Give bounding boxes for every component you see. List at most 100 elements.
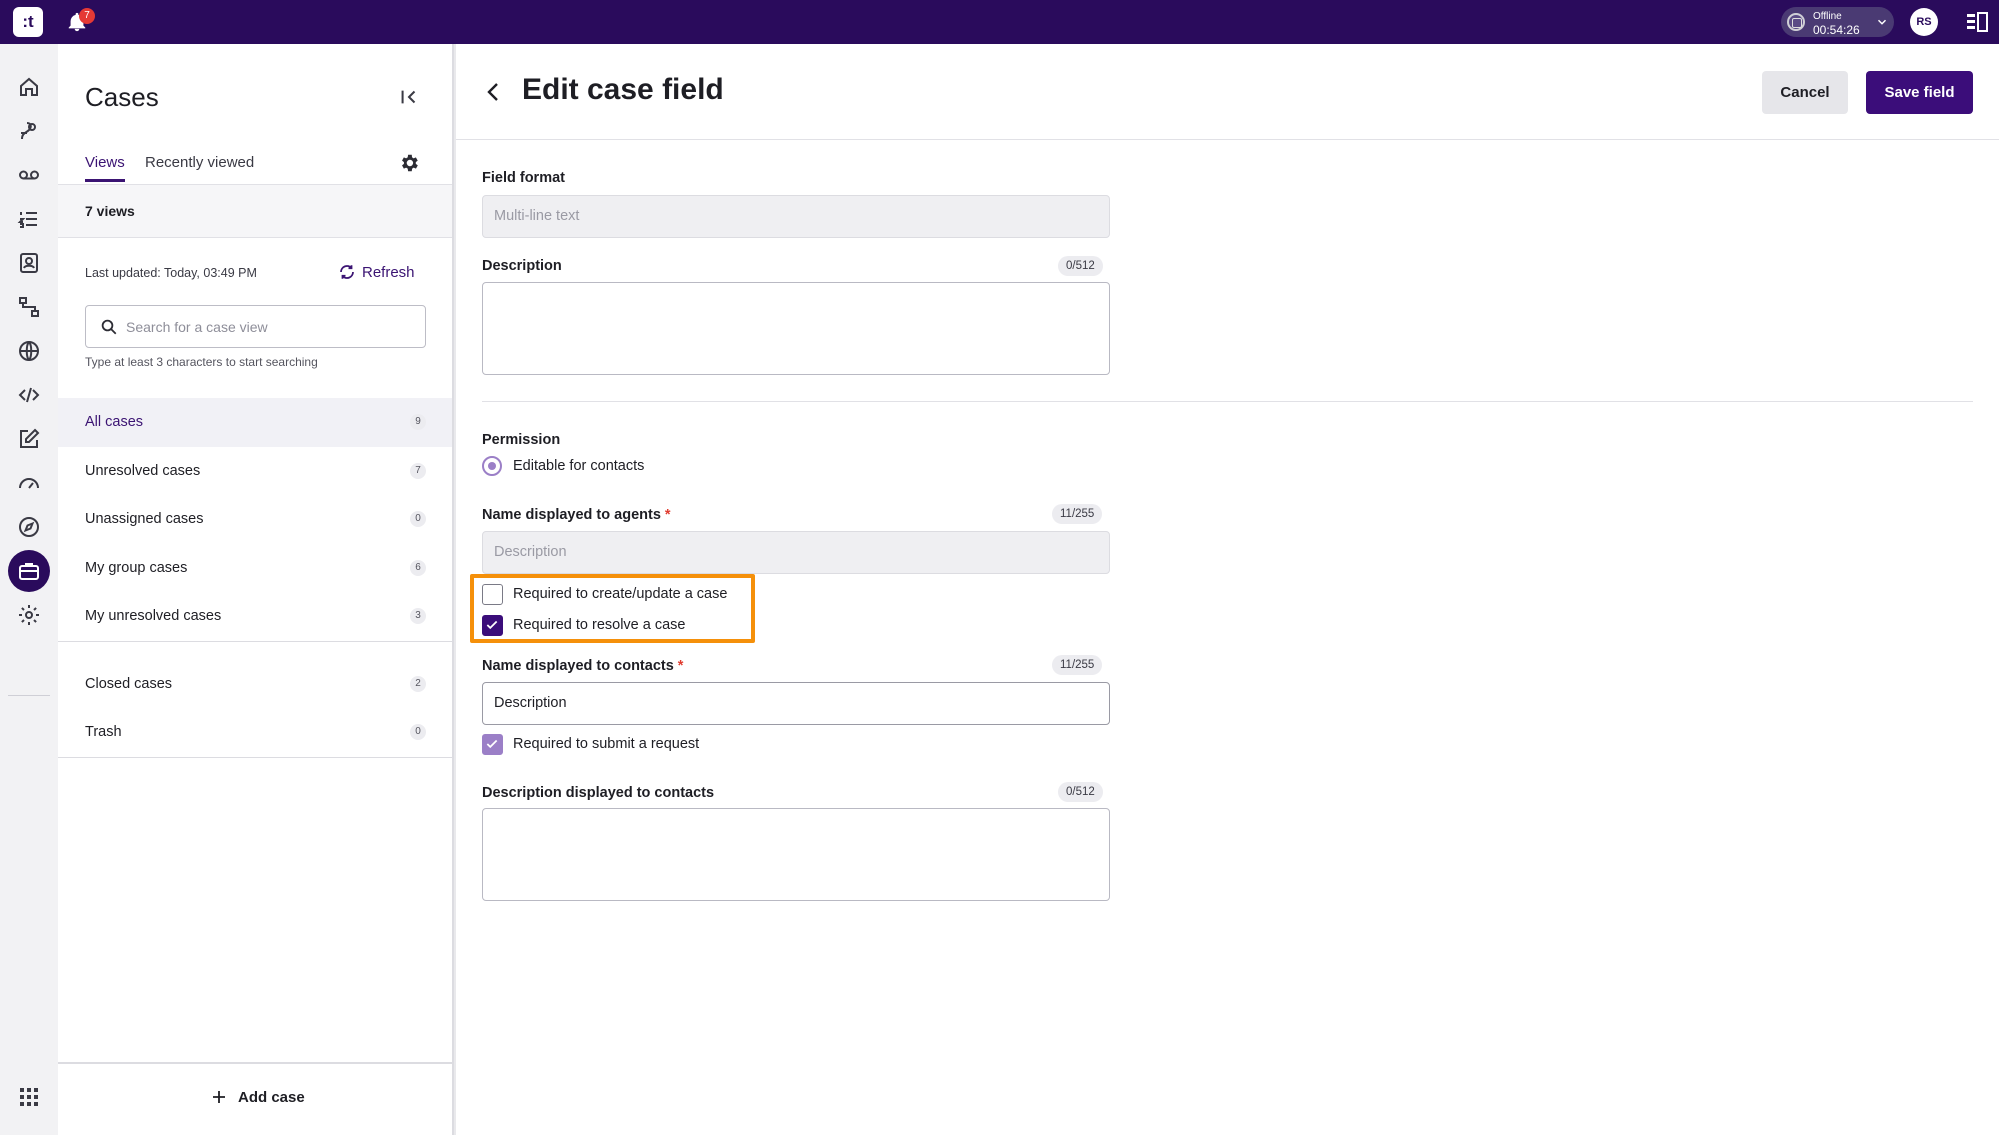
permission-label: Permission bbox=[482, 432, 561, 448]
page-header: Edit case field Cancel Save field bbox=[456, 44, 1999, 140]
search-field[interactable] bbox=[85, 305, 426, 348]
collapse-panel-icon[interactable] bbox=[398, 86, 420, 108]
description-counter: 0/512 bbox=[1058, 256, 1103, 276]
contact-description-label: Description displayed to contacts bbox=[482, 785, 715, 801]
highlight-box bbox=[470, 574, 755, 643]
view-label: Trash bbox=[85, 724, 122, 741]
cancel-button[interactable]: Cancel bbox=[1762, 71, 1848, 114]
section-divider bbox=[482, 401, 1973, 402]
nav-globe[interactable] bbox=[8, 330, 50, 372]
view-item-my-group-cases[interactable]: My group cases 6 bbox=[58, 544, 452, 593]
nav-lists[interactable] bbox=[8, 198, 50, 240]
tab-views[interactable]: Views bbox=[85, 154, 125, 182]
nav-dashboard[interactable] bbox=[8, 462, 50, 504]
nav-routing[interactable] bbox=[8, 110, 50, 152]
required-asterisk: * bbox=[677, 658, 684, 674]
view-count-badge: 7 bbox=[410, 462, 426, 479]
view-label: Closed cases bbox=[85, 675, 173, 692]
add-case-bar: Add case bbox=[58, 1062, 452, 1135]
search-hint: Type at least 3 characters to start sear… bbox=[85, 355, 318, 369]
nav-flows[interactable] bbox=[8, 286, 50, 328]
nav-cases[interactable] bbox=[8, 550, 50, 592]
view-item-unassigned-cases[interactable]: Unassigned cases 0 bbox=[58, 495, 452, 544]
refresh-label: Refresh bbox=[362, 263, 415, 281]
panel-title: Cases bbox=[85, 82, 159, 112]
home-icon bbox=[20, 77, 38, 96]
view-item-trash[interactable]: Trash 0 bbox=[58, 708, 452, 757]
cases-icon bbox=[19, 563, 39, 580]
page-title: Edit case field bbox=[522, 73, 724, 106]
routing-icon bbox=[21, 122, 36, 140]
view-count-badge: 3 bbox=[410, 608, 426, 625]
nav-edit[interactable] bbox=[8, 418, 50, 460]
app-logo[interactable]: :t bbox=[13, 7, 43, 37]
view-label: My unresolved cases bbox=[85, 608, 222, 625]
view-item-my-unresolved-cases[interactable]: My unresolved cases 3 bbox=[58, 592, 452, 641]
last-updated-text: Last updated: Today, 03:49 PM bbox=[85, 266, 257, 280]
refresh-button[interactable]: Refresh bbox=[338, 263, 415, 281]
nav-voicemail[interactable] bbox=[8, 154, 50, 196]
editable-for-contacts-radio[interactable] bbox=[482, 456, 502, 476]
nav-home[interactable] bbox=[8, 66, 50, 108]
view-count-badge: 2 bbox=[410, 675, 426, 692]
field-format-label: Field format bbox=[482, 170, 565, 186]
list-divider bbox=[58, 756, 452, 758]
globe-icon bbox=[19, 341, 39, 361]
view-count-badge: 0 bbox=[410, 724, 426, 741]
contacts-icon bbox=[20, 253, 38, 273]
view-count-badge: 9 bbox=[410, 414, 426, 431]
status-timer: 00:54:26 bbox=[1813, 23, 1860, 37]
gear-icon[interactable] bbox=[398, 152, 420, 174]
edit-case-field-page: Edit case field Cancel Save field Field … bbox=[456, 44, 1999, 1135]
field-format-input: Multi-line text bbox=[482, 195, 1110, 238]
edit-icon bbox=[20, 428, 40, 448]
view-item-all-cases[interactable]: All cases 9 bbox=[58, 398, 452, 447]
nav-explore[interactable] bbox=[8, 506, 50, 548]
search-input[interactable] bbox=[126, 316, 416, 338]
contact-name-input[interactable]: Description bbox=[482, 682, 1110, 725]
flows-icon bbox=[19, 297, 39, 317]
apps-grid-icon bbox=[20, 1088, 38, 1106]
nav-settings[interactable] bbox=[8, 594, 50, 636]
refresh-icon bbox=[340, 265, 354, 279]
tab-recently-viewed[interactable]: Recently viewed bbox=[145, 154, 254, 171]
status-label: Offline bbox=[1813, 11, 1842, 22]
settings-icon bbox=[19, 605, 39, 625]
view-label: All cases bbox=[85, 414, 144, 431]
nav-developer[interactable] bbox=[8, 374, 50, 416]
back-arrow-icon[interactable] bbox=[482, 80, 506, 104]
checkmark-icon bbox=[486, 739, 498, 749]
save-field-button[interactable]: Save field bbox=[1866, 71, 1973, 114]
view-count-badge: 0 bbox=[410, 511, 426, 528]
agent-status-selector[interactable]: Offline 00:54:26 bbox=[1781, 7, 1894, 37]
list-icon bbox=[17, 212, 37, 228]
views-count-row: 7 views bbox=[58, 185, 452, 238]
agent-name-label-text: Name displayed to agents bbox=[482, 507, 661, 523]
nav-contacts[interactable] bbox=[8, 242, 50, 284]
contact-name-label-text: Name displayed to contacts bbox=[482, 658, 674, 674]
view-label: Unresolved cases bbox=[85, 462, 201, 479]
offline-status-icon bbox=[1787, 13, 1805, 31]
code-icon bbox=[18, 387, 40, 403]
add-case-label: Add case bbox=[238, 1088, 305, 1106]
view-count-badge: 6 bbox=[410, 559, 426, 576]
contact-name-label: Name displayed to contacts * bbox=[482, 658, 683, 674]
chevron-down-icon bbox=[1877, 19, 1887, 25]
dashboard-icon bbox=[19, 478, 39, 489]
rail-divider bbox=[8, 695, 50, 696]
compass-icon bbox=[19, 517, 39, 537]
description-textarea[interactable] bbox=[482, 282, 1110, 375]
contact-description-textarea[interactable] bbox=[482, 808, 1110, 901]
add-case-button[interactable]: Add case bbox=[210, 1088, 305, 1106]
agent-name-label: Name displayed to agents * bbox=[482, 507, 671, 523]
editable-for-contacts-label: Editable for contacts bbox=[513, 458, 645, 474]
view-item-unresolved-cases[interactable]: Unresolved cases 7 bbox=[58, 447, 452, 496]
required-submit-checkbox[interactable] bbox=[482, 734, 503, 755]
top-bar: :t 7 Offline 00:54:26 RS bbox=[0, 0, 1999, 44]
case-view-list: All cases 9 Unresolved cases 7 Unassigne… bbox=[58, 398, 452, 758]
nav-apps[interactable] bbox=[8, 1076, 50, 1118]
description-label: Description bbox=[482, 258, 562, 274]
view-item-closed-cases[interactable]: Closed cases 2 bbox=[58, 660, 452, 709]
side-panel-toggle-icon[interactable] bbox=[1966, 12, 1988, 32]
user-avatar[interactable]: RS bbox=[1910, 8, 1938, 36]
